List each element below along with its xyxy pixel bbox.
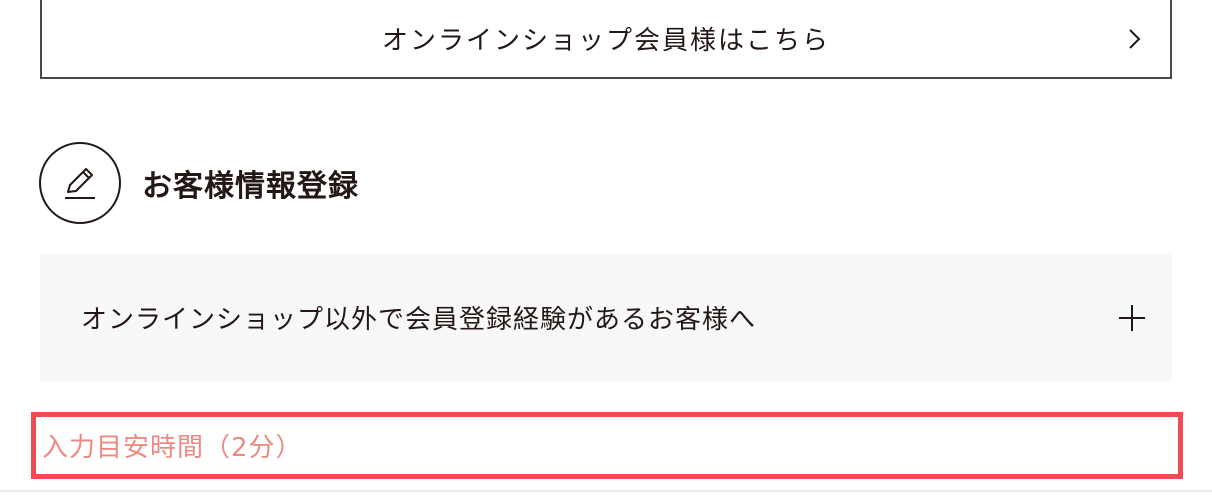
customer-registration-heading: お客様情報登録 (39, 142, 359, 224)
previous-member-accordion[interactable]: オンラインショップ以外で会員登録経験があるお客様へ (40, 253, 1172, 382)
pen-icon-circle (39, 142, 121, 224)
section-title: お客様情報登録 (142, 169, 359, 204)
chevron-right-icon (1129, 28, 1141, 49)
accordion-label: オンラインショップ以外で会員登録経験があるお客様へ (81, 305, 757, 335)
time-estimate-box: 入力目安時間（2分） (31, 412, 1183, 479)
pen-icon (65, 168, 95, 199)
divider (0, 490, 1212, 492)
online-shop-member-button[interactable]: オンラインショップ会員様はこちら (40, 0, 1172, 79)
time-estimate-label: 入力目安時間（2分） (42, 433, 303, 463)
plus-icon[interactable] (1118, 304, 1146, 332)
online-shop-member-label: オンラインショップ会員様はこちら (381, 26, 830, 56)
